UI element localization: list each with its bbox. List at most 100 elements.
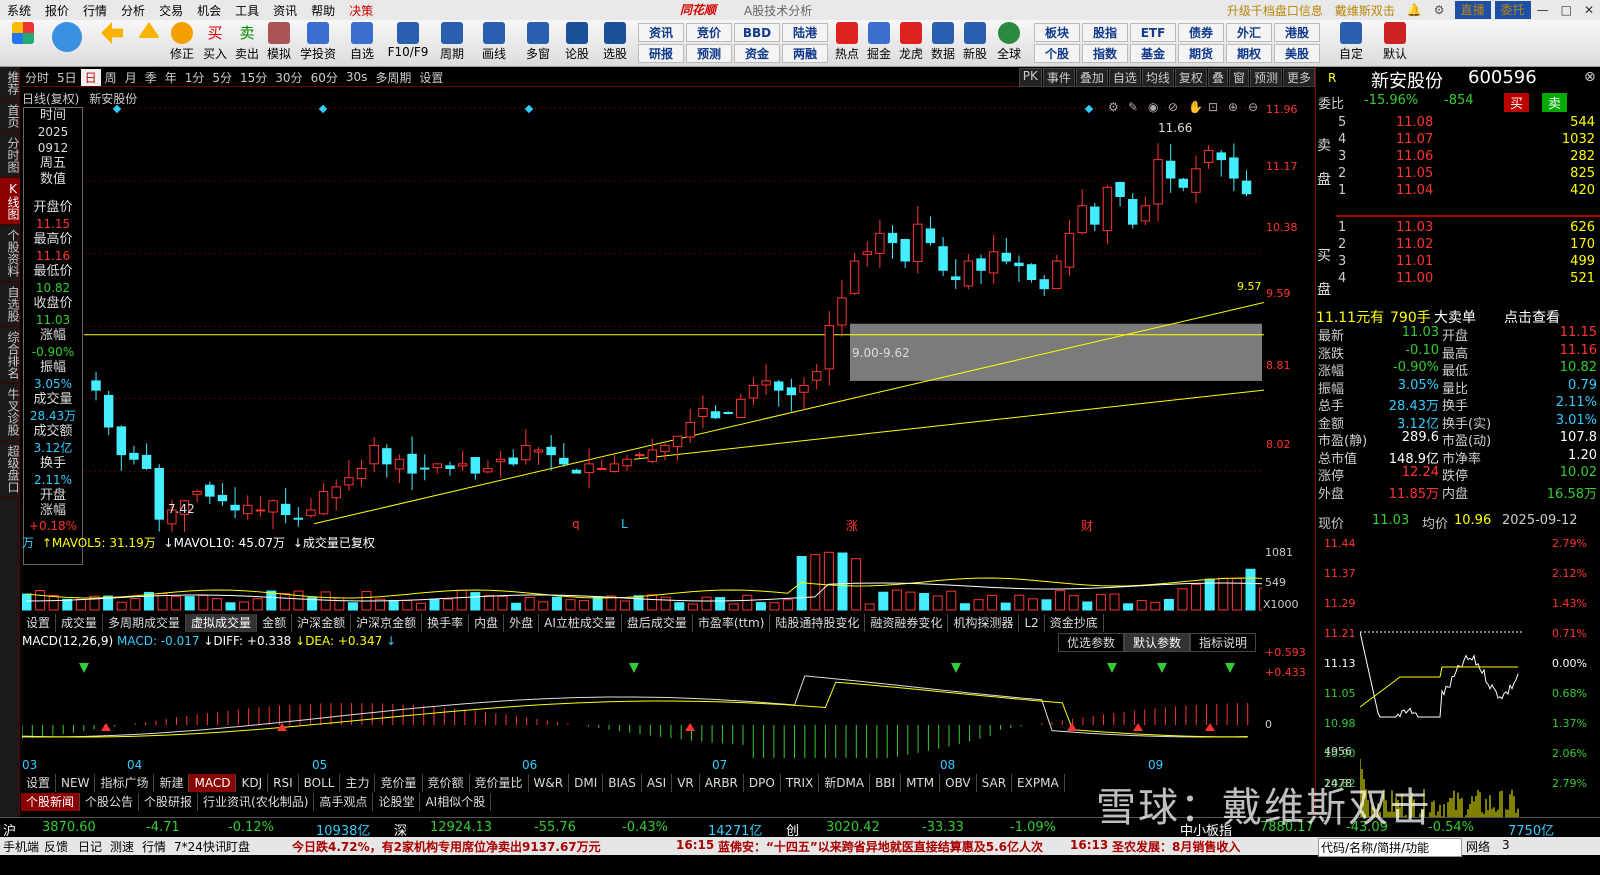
- draw-line-button[interactable]: 画线: [478, 22, 510, 66]
- period-quarter[interactable]: 季: [141, 69, 161, 86]
- big-order-row[interactable]: 11.11元有 790手 大卖单 点击查看: [1316, 307, 1600, 327]
- vol-tab-11[interactable]: 盘后成交量: [622, 614, 693, 632]
- event-mark[interactable]: L: [621, 517, 628, 531]
- news-ticker-2[interactable]: 蓝佛安：“十四五”以来跨省异地就医直接结算惠及5.6亿人次: [718, 838, 1064, 855]
- f10-button[interactable]: F10/F9: [387, 22, 429, 66]
- news-tab-4[interactable]: 高手观点: [314, 793, 374, 811]
- bids-level[interactable]: 2 11.02 170: [1316, 237, 1600, 254]
- indicator-tab-9[interactable]: 竞价量: [375, 774, 423, 792]
- user-name[interactable]: 戴维斯双击: [1329, 2, 1401, 19]
- leftnav-watchlist[interactable]: 自选股: [0, 282, 20, 327]
- indicator-tab-11[interactable]: 竞价量比: [470, 774, 529, 792]
- menu-analysis[interactable]: 分析: [114, 2, 152, 19]
- nav-fx[interactable]: 外汇: [1226, 23, 1272, 42]
- live-button[interactable]: 直播: [1454, 1, 1491, 19]
- news-ticker-3[interactable]: 圣农发展：8月销售收入: [1112, 838, 1308, 855]
- news-tab-5[interactable]: 论股堂: [373, 793, 421, 811]
- leftnav-recommend[interactable]: 推荐: [0, 67, 20, 100]
- code-search-input[interactable]: 代码/名称/简拼/功能: [1318, 838, 1462, 857]
- watch-link[interactable]: 盯盘: [226, 838, 250, 855]
- indicator-tab-10[interactable]: 竞价额: [423, 774, 470, 792]
- big-order-link[interactable]: 点击查看: [1504, 307, 1560, 327]
- market-link[interactable]: 行情: [142, 838, 166, 855]
- diary-link[interactable]: 日记: [78, 838, 102, 855]
- window-button[interactable]: 窗: [1228, 67, 1249, 87]
- minimize-icon[interactable]: —: [1531, 3, 1555, 17]
- dragon-button[interactable]: 龙虎: [896, 22, 926, 66]
- vol-tab-14[interactable]: 融资融券变化: [865, 614, 949, 632]
- indicator-tab-25[interactable]: EXPMA: [1012, 774, 1065, 792]
- menu-market[interactable]: 行情: [76, 2, 114, 19]
- bids-level[interactable]: 3 11.01 499: [1316, 254, 1600, 271]
- sell-button[interactable]: 卖卖出: [232, 22, 262, 66]
- indicator-tab-12[interactable]: W&R: [529, 774, 570, 792]
- speedtest-link[interactable]: 测速: [110, 838, 134, 855]
- nav-fund-flow[interactable]: 资金: [734, 44, 780, 63]
- bell-icon[interactable]: 🔔: [1401, 3, 1428, 17]
- menu-system[interactable]: 系统: [0, 2, 38, 19]
- nav-futures[interactable]: 期货: [1178, 44, 1224, 63]
- period-1min[interactable]: 1分: [181, 69, 209, 86]
- vol-tab-6[interactable]: 沪深京金额: [351, 614, 423, 632]
- indicator-tab-6[interactable]: RSI: [268, 774, 299, 792]
- nav-stock-index[interactable]: 股指: [1082, 23, 1128, 42]
- feedback-link[interactable]: 反馈: [44, 838, 68, 855]
- vol-tab-0[interactable]: 设置: [21, 614, 57, 632]
- asks-level[interactable]: 1 11.04 420: [1316, 183, 1600, 200]
- nav-options[interactable]: 期权: [1226, 44, 1272, 63]
- indicator-tab-2[interactable]: 指标广场: [95, 774, 155, 792]
- vol-tab-3[interactable]: 虚拟成交量: [186, 614, 258, 632]
- indicator-tab-13[interactable]: DMI: [569, 774, 604, 792]
- news-tab-0[interactable]: 个股新闻: [21, 793, 81, 811]
- home-icon[interactable]: [8, 22, 38, 66]
- stock-picker-button[interactable]: 选股: [598, 22, 632, 66]
- vol-tab-5[interactable]: 沪深金额: [292, 614, 352, 632]
- indicator-tab-14[interactable]: BIAS: [603, 774, 642, 792]
- macd-chart[interactable]: [22, 650, 1262, 758]
- predict-button[interactable]: 预测: [1249, 67, 1282, 87]
- leftnav-super-book[interactable]: 超级盘口: [0, 441, 20, 498]
- self-select-button[interactable]: 自选: [1108, 67, 1141, 87]
- fix-button[interactable]: 修正: [167, 22, 197, 66]
- kline-chart[interactable]: ⚙ ✎ ◉ ⊘ ✋ ⊡ ⊕ ⊖: [84, 98, 1264, 532]
- period-button[interactable]: 周期: [436, 22, 468, 66]
- custom-button[interactable]: 自定: [1336, 22, 1366, 66]
- nav-bbd[interactable]: BBD: [734, 23, 780, 42]
- leftnav-timeshare[interactable]: 分时图: [0, 133, 20, 178]
- leftnav-ranking[interactable]: 综合排名: [0, 327, 20, 384]
- period-settings[interactable]: 设置: [415, 69, 447, 86]
- menu-quote[interactable]: 报价: [38, 2, 76, 19]
- period-30min[interactable]: 30分: [271, 69, 306, 86]
- asks-level[interactable]: 2 11.05 825: [1316, 166, 1600, 183]
- news-tab-3[interactable]: 行业资讯(农化制品): [198, 793, 315, 811]
- period-60min[interactable]: 60分: [307, 69, 342, 86]
- mobile-link[interactable]: 手机端: [3, 838, 39, 855]
- overlay-button[interactable]: 叠加: [1075, 67, 1108, 87]
- indicator-tab-24[interactable]: SAR: [977, 774, 1013, 792]
- news-ticker-1[interactable]: 今日跌4.72%，有2家机构专用席位净卖出9137.67万元: [292, 838, 672, 855]
- pk-button[interactable]: PK: [1018, 67, 1042, 87]
- event-button[interactable]: 事件: [1042, 67, 1075, 87]
- assistant-icon[interactable]: [52, 22, 82, 66]
- multi-window-button[interactable]: 多窗: [522, 22, 554, 66]
- nav-hk-connect[interactable]: 陆港: [782, 23, 828, 42]
- indicator-tab-22[interactable]: MTM: [901, 774, 941, 792]
- asks-level[interactable]: 5 11.08 544: [1316, 115, 1600, 132]
- period-multi[interactable]: 多周期: [371, 69, 415, 86]
- nav-us-stock[interactable]: 美股: [1274, 44, 1320, 63]
- data-button[interactable]: 数据: [928, 22, 958, 66]
- vol-tab-15[interactable]: 机构探测器: [948, 614, 1020, 632]
- leftnav-diagnose[interactable]: 牛叉诊股: [0, 384, 20, 441]
- period-month[interactable]: 月: [121, 69, 141, 86]
- period-week[interactable]: 周: [101, 69, 121, 86]
- nav-hk-stock[interactable]: 港股: [1274, 23, 1320, 42]
- vol-tab-9[interactable]: 外盘: [504, 614, 540, 632]
- indicator-tab-8[interactable]: 主力: [340, 774, 376, 792]
- order-button[interactable]: 委托: [1494, 1, 1531, 19]
- vol-tab-12[interactable]: 市盈率(ttm): [693, 614, 771, 632]
- sh-index[interactable]: 3870.60: [42, 820, 96, 835]
- indicator-tab-23[interactable]: OBV: [940, 774, 977, 792]
- nav-forecast[interactable]: 预测: [686, 44, 732, 63]
- ma-button[interactable]: 均线: [1141, 67, 1174, 87]
- leftnav-profile[interactable]: 个股资料: [0, 225, 20, 282]
